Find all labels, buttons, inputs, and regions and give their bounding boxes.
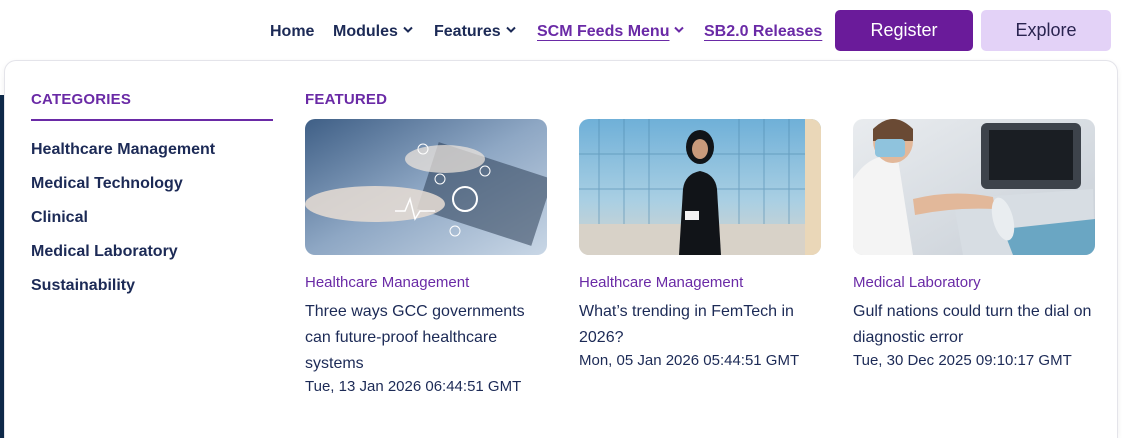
featured-card: Healthcare Management Three ways GCC gov… [305,119,547,395]
featured-card-title[interactable]: Three ways GCC governments can future-pr… [305,299,547,377]
featured-card-title[interactable]: Gulf nations could turn the dial on diag… [853,299,1095,351]
featured-card-image[interactable] [579,119,821,255]
category-link[interactable]: Medical Technology [31,175,183,193]
nav-home-link[interactable]: Home [270,20,314,44]
featured-card-title[interactable]: What’s trending in FemTech in 2026? [579,299,821,351]
categories-divider [31,119,273,121]
register-button[interactable]: Register [835,10,973,51]
nav-scm-feeds-menu[interactable]: SCM Feeds Menu [537,20,685,44]
chevron-down-icon [674,25,685,34]
featured-card: Medical Laboratory Gulf nations could tu… [853,119,1095,369]
featured-card-date: Tue, 30 Dec 2025 09:10:17 GMT [853,352,1072,369]
featured-card-date: Mon, 05 Jan 2026 05:44:51 GMT [579,352,800,369]
featured-card: Healthcare Management What’s trending in… [579,119,821,369]
nav-scm-feeds-label: SCM Feeds Menu [537,23,670,40]
category-link[interactable]: Sustainability [31,277,135,295]
categories-heading: CATEGORIES [31,91,132,108]
chevron-down-icon [403,25,413,34]
featured-card-image[interactable] [853,119,1095,255]
featured-card-date: Tue, 13 Jan 2026 06:44:51 GMT [305,378,522,395]
nav-features-label: Features [434,23,501,40]
featured-card-category[interactable]: Medical Laboratory [853,274,1095,291]
nav-modules-label: Modules [333,23,398,40]
nav-modules-menu[interactable]: Modules [333,20,413,44]
chevron-down-icon [505,25,516,34]
category-link[interactable]: Healthcare Management [31,141,215,159]
category-link[interactable]: Medical Laboratory [31,243,178,261]
category-link[interactable]: Clinical [31,209,88,227]
nav-sb-releases-link[interactable]: SB2.0 Releases [704,20,822,44]
featured-card-category[interactable]: Healthcare Management [579,274,821,291]
featured-card-category[interactable]: Healthcare Management [305,274,547,291]
nav-features-menu[interactable]: Features [434,20,516,44]
top-navigation: Home Modules Features SCM Feeds Menu SB2… [0,0,1122,62]
featured-heading: FEATURED [305,91,388,108]
scm-feeds-dropdown-panel: CATEGORIES Healthcare Management Medical… [4,60,1118,438]
explore-button[interactable]: Explore [981,10,1111,51]
featured-card-image[interactable] [305,119,547,255]
